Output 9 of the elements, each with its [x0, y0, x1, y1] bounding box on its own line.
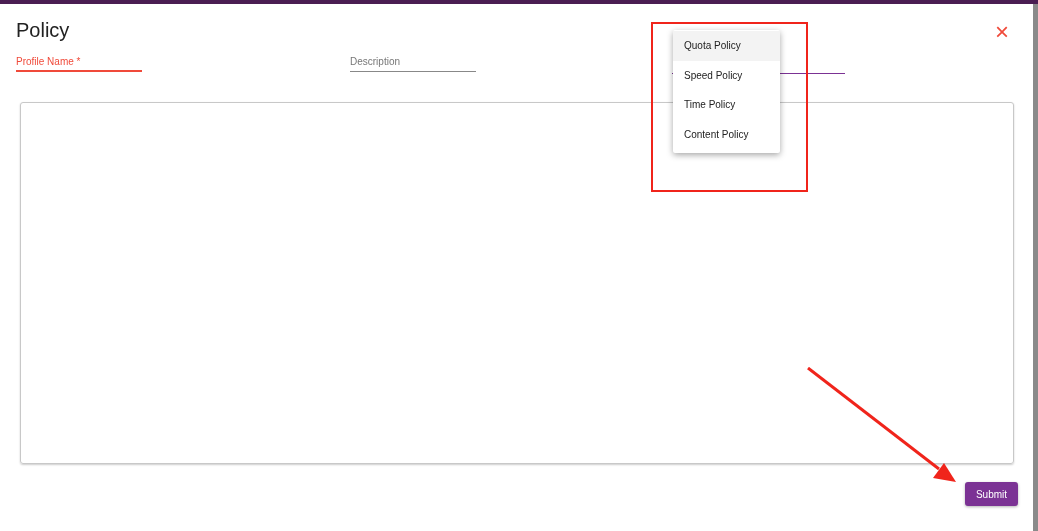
menu-option[interactable]: Time Policy: [673, 90, 780, 120]
input-field[interactable]: Profile Name *: [16, 53, 142, 72]
menu-option[interactable]: Content Policy: [673, 119, 780, 149]
input-field[interactable]: Description: [350, 53, 476, 72]
menu-option[interactable]: Speed Policy: [673, 60, 780, 90]
dialog-title: Policy: [16, 17, 70, 42]
close-button[interactable]: ×: [991, 20, 1017, 44]
submit-button[interactable]: Submit: [965, 482, 1018, 506]
menu-option[interactable]: Quota Policy: [673, 31, 780, 61]
